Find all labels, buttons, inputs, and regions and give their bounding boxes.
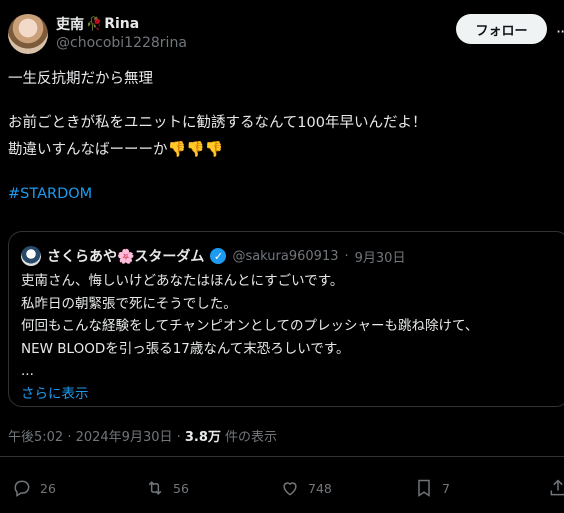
bookmark-button[interactable]: 7 — [414, 478, 450, 498]
like-count: 748 — [308, 480, 332, 496]
tweet-line-1: 一生反抗期だから無理 — [8, 71, 153, 87]
quoted-author-name: さくらあや🌸スターダム — [47, 249, 205, 265]
reply-button[interactable]: 26 — [12, 478, 56, 498]
verified-badge-icon: ✓ — [210, 248, 227, 264]
tweet-time-date[interactable]: 午後5:02 · 2024年9月30日 · — [8, 430, 185, 445]
action-bar: 26 56 748 7 — [0, 478, 564, 502]
like-button[interactable]: 748 — [280, 478, 332, 498]
retweet-count: 56 — [173, 480, 189, 496]
reply-count: 26 — [40, 480, 56, 496]
show-more-link[interactable]: さらに表示 — [21, 383, 561, 406]
more-options-icon[interactable]: ··· — [556, 22, 564, 41]
quoted-author-handle: @sakura960913 — [232, 248, 339, 264]
quoted-tweet-date: 9月30日 — [354, 250, 406, 266]
author-avatar[interactable] — [8, 14, 48, 54]
quoted-line: 吏南さん、悔しいけどあなたはほんとにすごいです。 — [21, 273, 344, 289]
quoted-line: 私昨日の朝緊張で死にそうでした。 — [21, 295, 237, 312]
hashtag-link[interactable]: #STARDOM — [8, 186, 92, 202]
quoted-author-avatar — [21, 246, 41, 266]
share-icon — [550, 479, 564, 496]
reply-icon — [14, 480, 30, 497]
tweet-header: 吏南 🥀 Rina @chocobi1228rina フォロー ··· — [8, 10, 564, 58]
tweet-timestamp: 午後5:02 · 2024年9月30日 · 3.8万 件の表示 — [8, 426, 277, 445]
meta-separator: · — [344, 248, 349, 264]
quoted-tweet-body: 吏南さん、悔しいけどあなたはほんとにすごいです。 私昨日の朝緊張で死にそうでした… — [21, 270, 561, 405]
tweet-line-3-text: 勘違いすんなばーーーか — [8, 142, 168, 158]
quoted-line: ... — [21, 363, 34, 379]
bookmark-count: 7 — [442, 480, 450, 496]
heart-icon — [283, 482, 297, 496]
flower-emoji-icon: 🥀 — [86, 16, 103, 32]
view-count: 3.8万 — [184, 430, 221, 445]
quoted-line: 何回もこんな経験をしてチャンピオンとしてのプレッシャーも跳ね除けて、 — [21, 318, 479, 334]
author-name-suffix[interactable]: Rina — [104, 16, 139, 32]
share-button[interactable] — [548, 478, 564, 498]
bookmark-icon — [418, 479, 430, 497]
tweet-text: 一生反抗期だから無理 お前ごときが私をユニットに勧誘するなんて100年早いんだよ… — [8, 66, 556, 207]
view-count-label: 件の表示 — [220, 430, 278, 445]
author-handle[interactable]: @chocobi1228rina — [56, 35, 187, 51]
tweet-line-2: お前ごときが私をユニットに勧誘するなんて100年早いんだよ！ — [8, 115, 427, 131]
thumbs-down-icon: 👎👎👎 — [167, 140, 224, 158]
retweet-icon — [148, 481, 162, 495]
author-name[interactable]: 吏南 — [56, 14, 84, 34]
quoted-tweet[interactable]: さくらあや🌸スターダム ✓ @sakura960913 · 9月30日 吏南さん… — [8, 231, 564, 407]
author-name-row[interactable]: 吏南 🥀 Rina — [56, 14, 139, 34]
retweet-button[interactable]: 56 — [145, 478, 189, 498]
follow-button[interactable]: フォロー — [456, 14, 547, 44]
quoted-line: NEW BLOODを引っ張る17歳なんて末恐ろしいです。 — [21, 340, 350, 357]
tweet-line-3: 勘違いすんなばーーーか👎👎👎 — [8, 136, 556, 163]
quoted-tweet-header: さくらあや🌸スターダム ✓ @sakura960913 · 9月30日 — [21, 246, 405, 266]
divider — [0, 456, 564, 457]
